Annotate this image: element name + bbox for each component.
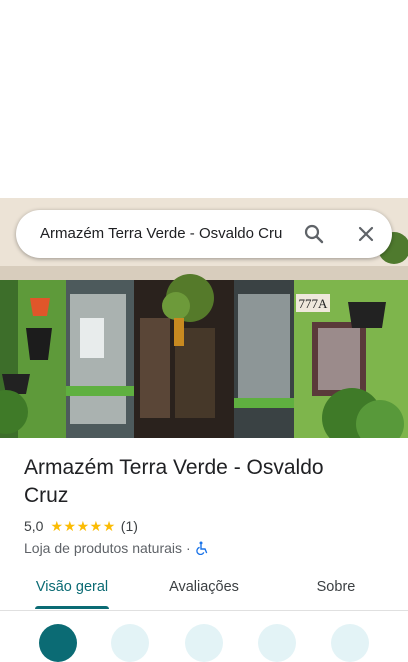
nearby-button[interactable] — [258, 624, 296, 662]
star-rating: ★ ★ ★ ★ ★ — [50, 519, 115, 533]
rating-value: 5,0 — [24, 518, 44, 534]
star-icon: ★ — [102, 518, 116, 534]
blank-map-area — [0, 0, 408, 198]
tab-bar: Visão geral Avaliações Sobre — [0, 566, 408, 611]
close-icon[interactable] — [354, 222, 378, 246]
tab-overview[interactable]: Visão geral — [30, 566, 114, 608]
category-row: Loja de produtos naturais · — [24, 539, 209, 557]
start-button[interactable] — [111, 624, 149, 662]
star-icon: ★ — [89, 518, 103, 534]
place-title: Armazém Terra Verde - Osvaldo Cruz — [24, 456, 324, 507]
separator: · — [186, 540, 191, 556]
search-input[interactable]: Armazém Terra Verde - Osvaldo Cru — [40, 210, 292, 258]
address-sign: 777A — [299, 296, 329, 311]
place-category: Loja de produtos naturais — [24, 540, 182, 556]
tab-reviews[interactable]: Avaliações — [158, 566, 250, 608]
active-tab-indicator — [35, 606, 109, 609]
tab-about[interactable]: Sobre — [300, 566, 372, 608]
search-bar[interactable]: Armazém Terra Verde - Osvaldo Cru — [16, 210, 392, 258]
tabs-divider — [0, 610, 408, 611]
wheelchair-icon — [195, 541, 207, 555]
share-button[interactable] — [331, 624, 369, 662]
rating-row[interactable]: 5,0 ★ ★ ★ ★ ★ (1) — [24, 517, 138, 535]
save-button[interactable] — [185, 624, 223, 662]
review-count[interactable]: (1) — [121, 517, 138, 535]
star-icon: ★ — [76, 518, 90, 534]
search-icon[interactable] — [302, 222, 326, 246]
star-icon: ★ — [50, 518, 64, 534]
star-icon: ★ — [63, 518, 77, 534]
directions-button[interactable] — [39, 624, 77, 662]
